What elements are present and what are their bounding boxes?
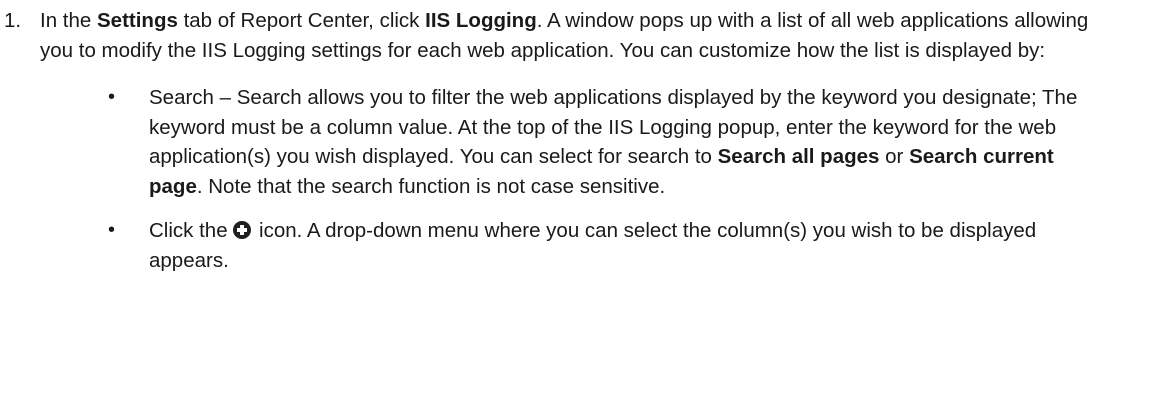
bullet-columns: • Click the icon. A drop-down menu where…: [40, 216, 1123, 275]
search-text-2: or: [879, 145, 910, 168]
bullet-glyph: •: [108, 86, 116, 108]
settings-tab-label: Settings: [97, 9, 178, 32]
columns-text-1: Click the: [149, 219, 234, 242]
bullet-list: • Search – Search allows you to filter t…: [40, 83, 1123, 275]
iis-logging-label: IIS Logging: [425, 9, 537, 32]
step-1-text: In the Settings tab of Report Center, cl…: [40, 6, 1125, 65]
bullet-columns-text: Click the icon. A drop-down menu where y…: [149, 216, 1104, 275]
step-number: 1.: [4, 9, 22, 32]
bullet-search-text: Search – Search allows you to filter the…: [149, 83, 1104, 201]
step-1: 1. In the Settings tab of Report Center,…: [0, 6, 1163, 275]
step-text-2: tab of Report Center, click: [177, 9, 426, 32]
step-text-1: In the: [40, 9, 97, 32]
search-text-3: . Note that the search function is not c…: [196, 174, 666, 198]
plus-circle-icon: [233, 221, 252, 239]
search-all-pages-label: Search all pages: [717, 145, 880, 168]
bullet-search: • Search – Search allows you to filter t…: [40, 83, 1123, 201]
columns-text-2: icon. A drop-down menu where you can sel…: [149, 219, 1037, 272]
document-page: 1. In the Settings tab of Report Center,…: [0, 0, 1163, 401]
bullet-glyph: •: [108, 219, 116, 241]
